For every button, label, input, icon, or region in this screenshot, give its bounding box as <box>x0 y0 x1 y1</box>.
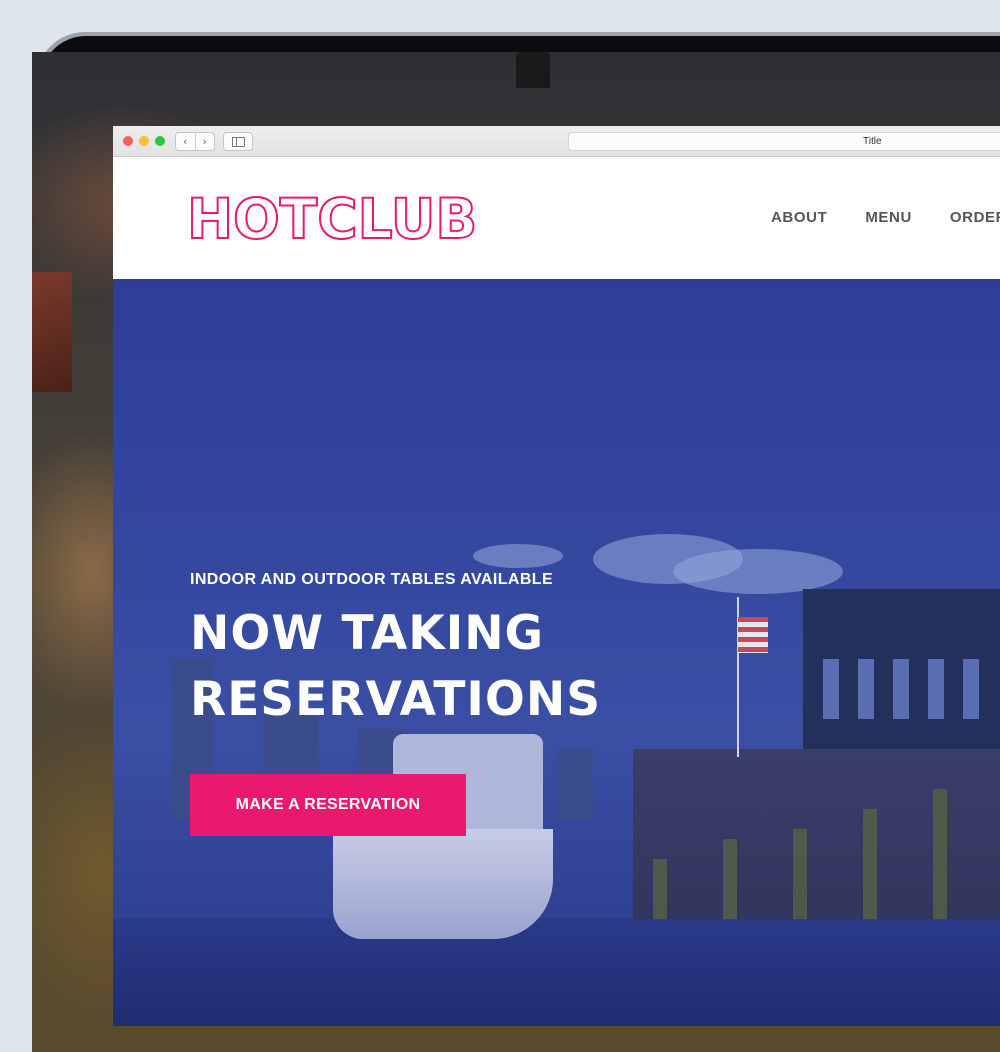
main-nav: ABOUT MENU ORDER <box>771 209 1000 226</box>
skyline-building <box>558 749 593 819</box>
hero-title-line-1: NOW TAKING <box>190 606 545 661</box>
zoom-window-button[interactable] <box>155 136 165 146</box>
browser-window: ‹ › Title HOTCLUB ABOUT MENU ORDER <box>113 126 1000 1026</box>
minimize-window-button[interactable] <box>139 136 149 146</box>
hero-section: INDOOR AND OUTDOOR TABLES AVAILABLE NOW … <box>113 279 1000 1026</box>
forward-icon[interactable]: › <box>194 133 215 150</box>
nav-link-about[interactable]: ABOUT <box>771 209 827 226</box>
page-title: Title <box>863 136 882 147</box>
hero-title-line-2: RESERVATIONS <box>190 672 602 727</box>
make-reservation-button[interactable]: MAKE A RESERVATION <box>190 774 466 836</box>
sidebar-toggle-icon[interactable] <box>223 132 253 151</box>
cloud-shape <box>473 544 563 568</box>
browser-titlebar: ‹ › Title <box>113 126 1000 157</box>
water <box>113 919 1000 1026</box>
nav-link-menu[interactable]: MENU <box>865 209 912 226</box>
hero-title: NOW TAKING RESERVATIONS <box>190 601 790 733</box>
pier-building <box>803 589 1000 769</box>
close-window-button[interactable] <box>123 136 133 146</box>
site-logo[interactable]: HOTCLUB <box>186 188 478 250</box>
lighthouse-photo-detail <box>516 52 550 88</box>
boat-hull <box>333 829 553 939</box>
nav-link-order[interactable]: ORDER <box>950 209 1000 226</box>
back-icon[interactable]: ‹ <box>176 133 195 150</box>
cloud-shape <box>673 549 843 594</box>
house-photo-detail <box>32 272 72 392</box>
history-nav: ‹ › <box>175 132 215 151</box>
hero-subtitle: INDOOR AND OUTDOOR TABLES AVAILABLE <box>190 571 554 588</box>
site-header: HOTCLUB ABOUT MENU ORDER <box>113 157 1000 279</box>
address-bar[interactable]: Title <box>568 132 1000 151</box>
